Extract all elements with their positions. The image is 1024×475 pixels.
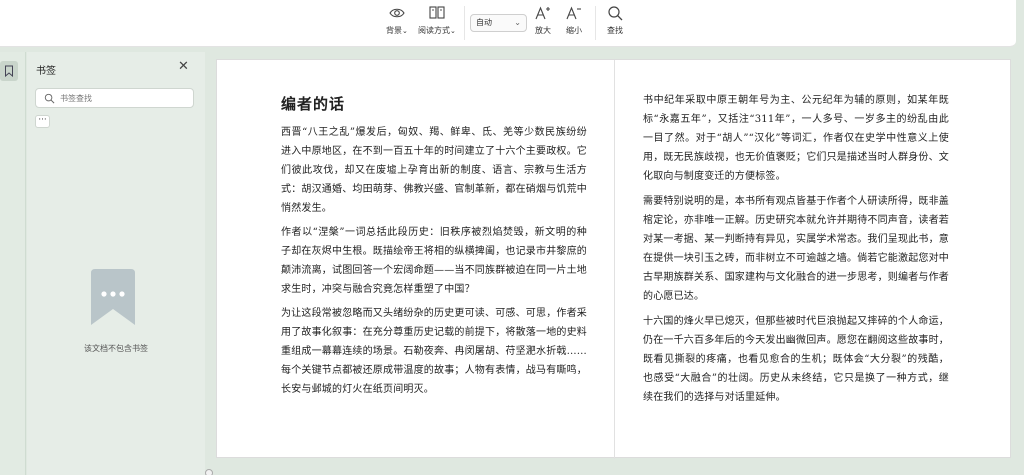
chevron-down-icon: ⌄ bbox=[514, 18, 521, 27]
bookmark-search-input[interactable] bbox=[60, 91, 190, 106]
background-label: 背景 bbox=[386, 26, 402, 35]
zoom-value: 自动 bbox=[476, 18, 492, 27]
empty-bookmark-text: 该文档不包含书签 bbox=[84, 344, 148, 353]
zoom-in-label: 放大 bbox=[535, 26, 551, 35]
close-icon[interactable]: ✕ bbox=[178, 59, 189, 74]
bookmark-search-box bbox=[35, 88, 194, 108]
paragraph: 书中纪年采取中原王朝年号为主、公元纪年为辅的原则，如某年既标“永嘉五年”，又括注… bbox=[643, 95, 949, 182]
search-button[interactable]: 查找 bbox=[606, 4, 624, 36]
paragraph: 西晋“八王之乱”爆发后，匈奴、羯、鲜卑、氐、羌等少数民族纷纷进入中原地区，在不到… bbox=[281, 127, 587, 214]
font-increase-icon bbox=[535, 6, 550, 20]
paragraph: 十六国的烽火早已熄灭，但那些被时代巨浪抛起又摔碎的个人命运，仍在一千六百多年后的… bbox=[643, 316, 949, 403]
toolbar-divider bbox=[464, 6, 465, 40]
search-label: 查找 bbox=[607, 26, 623, 35]
zoom-in-button[interactable]: 放大 bbox=[534, 4, 552, 36]
paragraph: 需要特别说明的是，本书所有观点皆基于作者个人研读所得，既非盖棺定论，亦非唯一正解… bbox=[643, 196, 949, 302]
document-title: 编者的话 bbox=[281, 95, 346, 113]
panel-title: 书签 bbox=[36, 66, 56, 77]
paragraph: 作者以“涅槃”一词总括此段历史：旧秩序被烈焰焚毁，新文明的种子却在灰烬中生根。既… bbox=[281, 227, 587, 295]
reading-mode-label: 阅读方式 bbox=[418, 26, 450, 35]
more-options-button[interactable]: ··· bbox=[35, 115, 50, 128]
chevron-down-icon: ⌄ bbox=[402, 27, 408, 35]
document-page: 编者的话 西晋“八王之乱”爆发后，匈奴、羯、鲜卑、氐、羌等少数民族纷纷进入中原地… bbox=[216, 59, 1011, 459]
toolbar-divider bbox=[595, 6, 596, 40]
bookmark-icon bbox=[5, 65, 13, 77]
page-divider bbox=[614, 60, 615, 459]
scroll-indicator bbox=[205, 469, 213, 475]
bookmark-panel: 书签 ✕ ··· 该文档不包含书签 bbox=[27, 52, 205, 475]
paragraph: 为让这段常被忽略而又头绪纷杂的历史更可读、可感、可思，作者采用了故事化叙事：在充… bbox=[281, 308, 587, 395]
page-right-column: 书中纪年采取中原王朝年号为主、公元纪年为辅的原则，如某年既标“永嘉五年”，又括注… bbox=[643, 91, 949, 413]
toolbar: 背景⌄ 阅读方式⌄ 自动 ⌄ 放大 缩小 查找 bbox=[0, 0, 1016, 47]
zoom-select[interactable]: 自动 ⌄ bbox=[470, 14, 527, 32]
font-decrease-icon bbox=[566, 6, 581, 20]
search-icon bbox=[608, 6, 623, 21]
side-rail bbox=[0, 52, 26, 475]
zoom-out-button[interactable]: 缩小 bbox=[565, 4, 583, 36]
search-icon bbox=[44, 93, 55, 104]
page-left-column: 编者的话 西晋“八王之乱”爆发后，匈奴、羯、鲜卑、氐、羌等少数民族纷纷进入中原地… bbox=[281, 93, 587, 404]
book-icon bbox=[429, 6, 445, 19]
background-button[interactable]: 背景⌄ bbox=[386, 4, 408, 36]
eye-icon bbox=[389, 8, 405, 18]
empty-bookmark-icon bbox=[91, 269, 135, 325]
reading-mode-button[interactable]: 阅读方式⌄ bbox=[418, 4, 456, 36]
bookmark-toggle-button[interactable] bbox=[0, 61, 18, 81]
chevron-down-icon: ⌄ bbox=[450, 27, 456, 35]
zoom-out-label: 缩小 bbox=[566, 26, 582, 35]
